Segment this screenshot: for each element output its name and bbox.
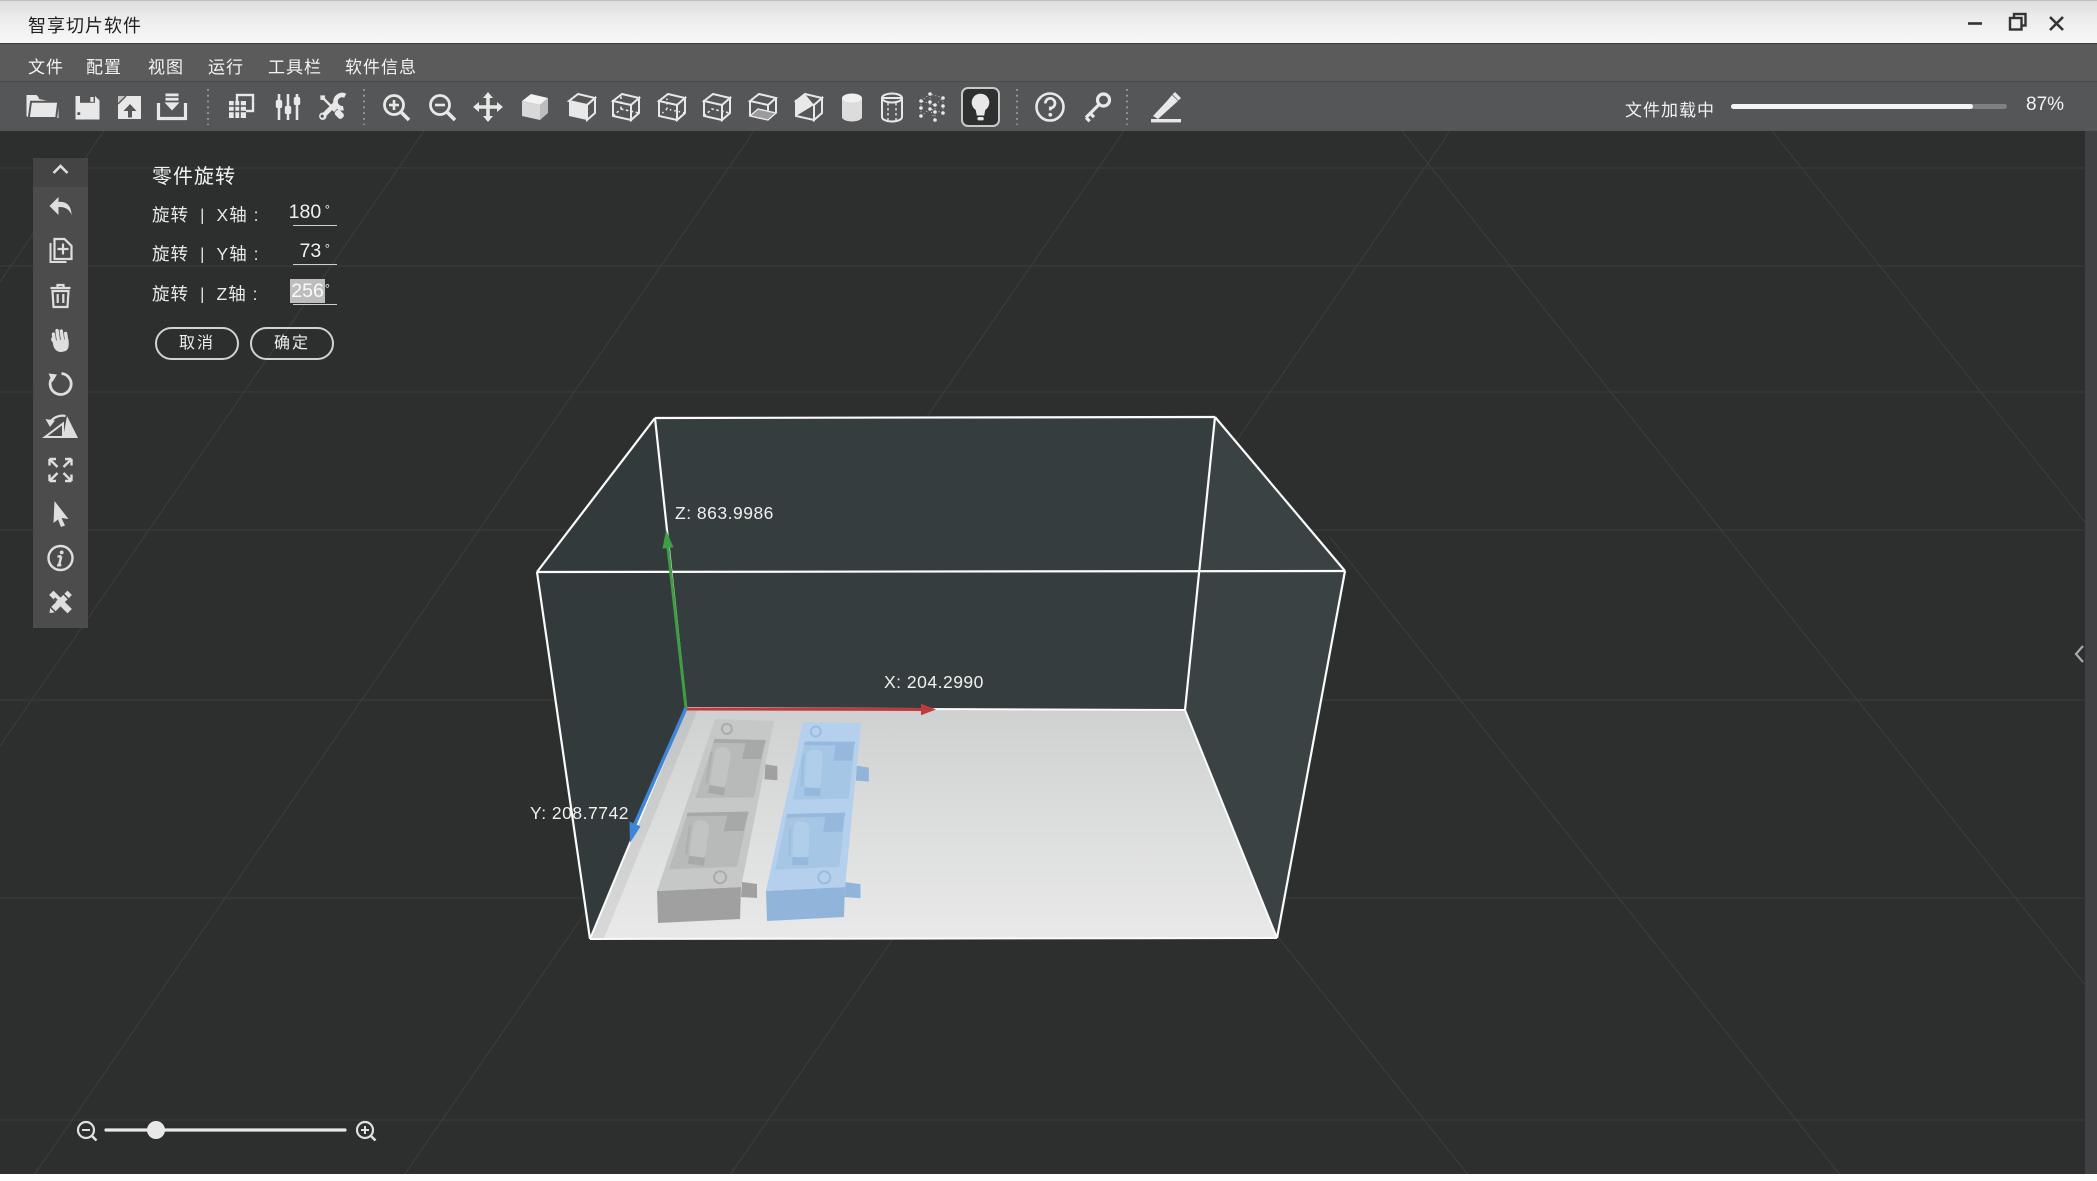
svg-text:Y: 208.7742: Y: 208.7742 <box>530 803 629 823</box>
svg-text:X: 204.2990: X: 204.2990 <box>884 672 984 692</box>
svg-text:Z: 863.9986: Z: 863.9986 <box>675 503 774 523</box>
